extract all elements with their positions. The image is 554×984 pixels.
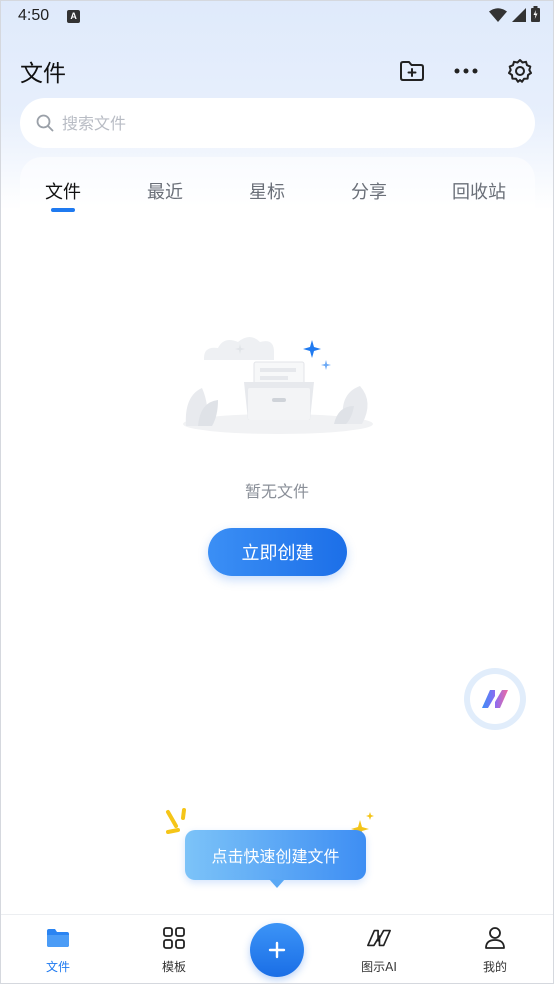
nav-label-profile: 我的	[482, 960, 507, 974]
more-button[interactable]	[452, 57, 480, 85]
app-header: 文件	[0, 46, 554, 96]
nav-item-templates[interactable]: 模板	[134, 925, 214, 975]
new-folder-button[interactable]	[398, 57, 426, 85]
tooltip-arrow	[269, 879, 285, 888]
wifi-icon	[489, 7, 507, 26]
nav-label-templates: 模板	[161, 960, 186, 974]
settings-icon	[508, 59, 532, 83]
nav-item-profile[interactable]: 我的	[455, 925, 535, 975]
battery-icon	[531, 6, 540, 26]
nav-item-files[interactable]: 文件	[18, 925, 98, 975]
bottom-nav: 文件 模板 图示AI 我的	[0, 914, 554, 984]
nav-label-files: 文件	[45, 960, 70, 974]
nav-label-ai: 图示AI	[361, 960, 397, 974]
search-bar[interactable]	[20, 98, 535, 148]
status-time: 4:50	[18, 7, 50, 24]
quick-create-tooltip[interactable]: 点击快速创建文件	[185, 830, 366, 880]
empty-box-illustration	[183, 337, 373, 434]
add-button[interactable]	[250, 923, 304, 977]
ai-logo-icon	[366, 925, 392, 951]
a-badge-icon: A	[67, 9, 81, 23]
user-icon	[482, 925, 508, 951]
status-icons	[489, 6, 540, 26]
page-title: 文件	[20, 61, 66, 87]
status-bar: 4:50 A	[0, 0, 554, 32]
ai-logo-icon	[482, 690, 508, 708]
grid-icon	[161, 925, 187, 951]
tab-recent[interactable]: 最近	[147, 178, 183, 204]
tab-shared[interactable]: 分享	[351, 178, 387, 204]
tab-bar: 文件 最近 星标 分享 回收站	[0, 172, 554, 212]
search-icon	[36, 114, 54, 132]
tab-active-indicator	[51, 208, 75, 212]
nav-item-ai[interactable]: 图示AI	[339, 925, 419, 975]
settings-button[interactable]	[506, 57, 534, 85]
more-icon	[454, 68, 478, 74]
search-input[interactable]	[62, 113, 482, 133]
plus-icon	[268, 941, 286, 959]
empty-state-text: 暂无文件	[244, 482, 309, 501]
header-actions	[398, 57, 534, 85]
ai-assistant-inner	[470, 674, 520, 724]
new-folder-icon	[400, 61, 424, 81]
folder-icon	[45, 925, 71, 951]
tab-files[interactable]: 文件	[45, 178, 81, 204]
signal-icon	[512, 7, 526, 26]
tab-starred[interactable]: 星标	[249, 178, 285, 204]
create-now-button[interactable]: 立即创建	[208, 528, 347, 576]
ai-assistant-button[interactable]	[464, 668, 526, 730]
tab-trash[interactable]: 回收站	[452, 178, 506, 204]
